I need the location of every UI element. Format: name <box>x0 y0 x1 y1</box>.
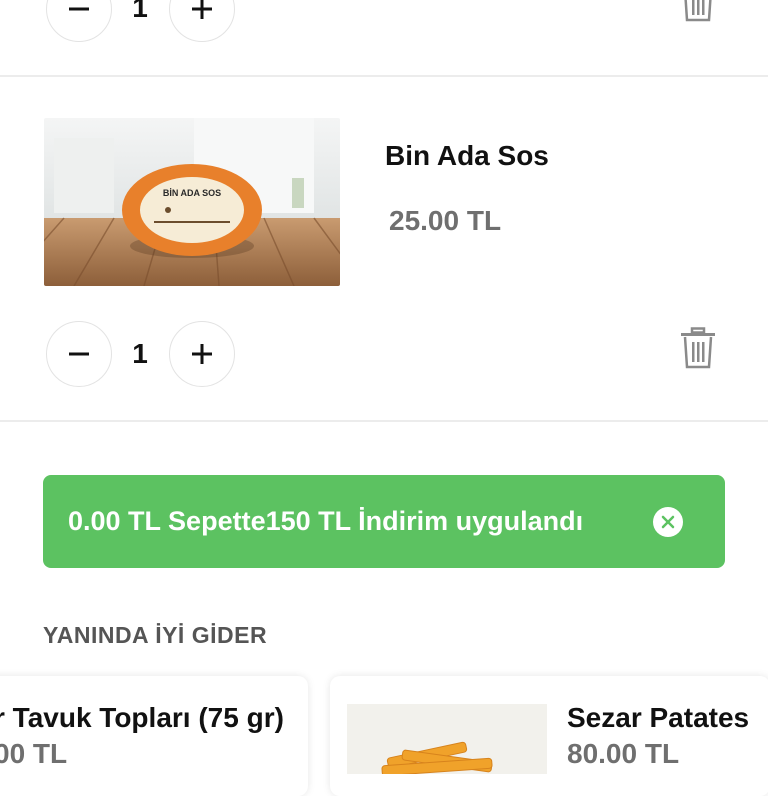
image-label: BİN ADA SOS <box>163 188 221 198</box>
quantity-value: 1 <box>132 0 148 23</box>
suggestion-card[interactable]: r Tavuk Topları (75 gr) 00 TL <box>0 676 308 796</box>
plus-icon <box>192 0 212 19</box>
product-image: BİN ADA SOS <box>44 118 340 286</box>
trash-icon[interactable] <box>680 0 716 22</box>
divider <box>0 75 768 77</box>
divider <box>0 420 768 422</box>
suggestion-card[interactable]: Sezar Patates 80.00 TL <box>330 676 768 796</box>
trash-icon[interactable] <box>680 327 716 369</box>
decrease-quantity-button[interactable] <box>46 0 112 42</box>
suggestion-price: 80.00 TL <box>567 738 680 769</box>
suggestion-price: 00 TL <box>0 738 68 769</box>
discount-banner: 0.00 TL Sepette150 TL İndirim uygulandı <box>43 475 725 568</box>
product-title: Bin Ada Sos <box>385 140 549 171</box>
discount-banner-text: 0.00 TL Sepette150 TL İndirim uygulandı <box>68 506 584 536</box>
increase-quantity-button[interactable] <box>169 321 235 387</box>
suggestion-title: Sezar Patates <box>567 702 750 733</box>
suggestion-image <box>347 704 547 774</box>
suggestions-title: YANINDA İYİ GİDER <box>43 622 268 648</box>
minus-icon <box>69 352 89 356</box>
minus-icon <box>69 7 89 11</box>
close-circle-icon <box>661 515 675 529</box>
close-banner-button[interactable] <box>653 507 683 537</box>
plus-icon <box>192 344 212 364</box>
suggestion-title: r Tavuk Topları (75 gr) <box>0 702 284 733</box>
product-price: 25.00 TL <box>389 205 502 236</box>
increase-quantity-button[interactable] <box>169 0 235 42</box>
decrease-quantity-button[interactable] <box>46 321 112 387</box>
quantity-value: 1 <box>132 338 148 369</box>
